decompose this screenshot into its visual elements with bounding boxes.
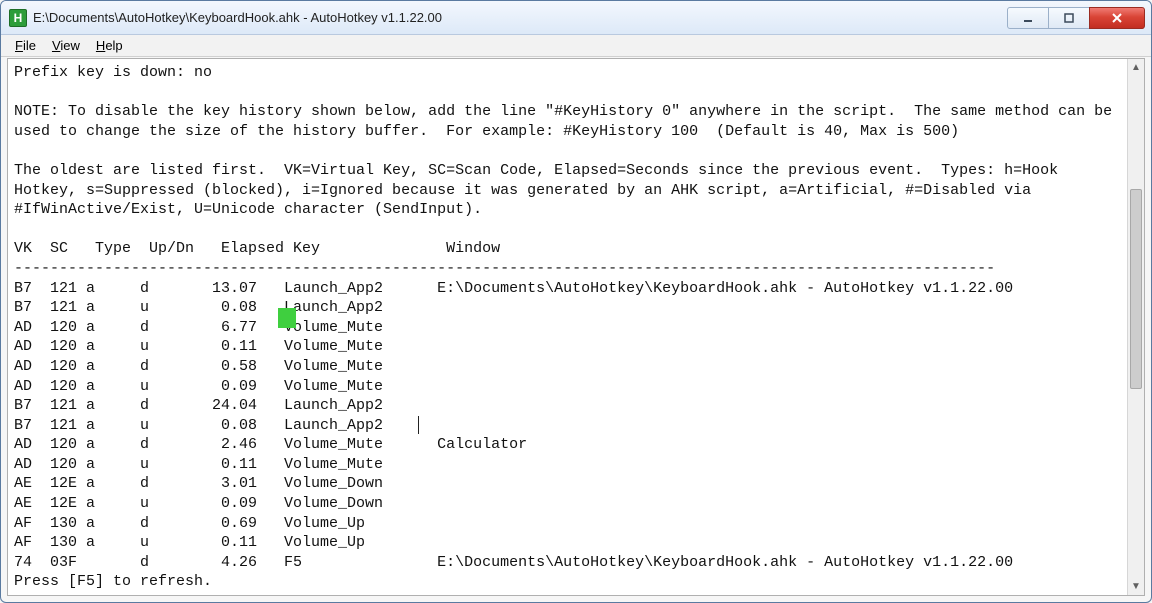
vertical-scrollbar[interactable]: ▲ ▼ <box>1127 59 1144 595</box>
menu-file[interactable]: File <box>7 36 44 55</box>
minimize-icon <box>1022 12 1034 24</box>
highlight-marker <box>278 308 296 328</box>
menu-help[interactable]: Help <box>88 36 131 55</box>
key-history-text[interactable]: Prefix key is down: no NOTE: To disable … <box>8 59 1127 595</box>
close-button[interactable] <box>1089 7 1145 29</box>
app-icon-letter: H <box>14 11 23 25</box>
close-icon <box>1111 12 1123 24</box>
minimize-button[interactable] <box>1007 7 1049 29</box>
scroll-down-arrow-icon[interactable]: ▼ <box>1128 578 1144 595</box>
content-frame: Prefix key is down: no NOTE: To disable … <box>7 58 1145 596</box>
maximize-icon <box>1063 12 1075 24</box>
maximize-button[interactable] <box>1048 7 1090 29</box>
app-icon: H <box>9 9 27 27</box>
titlebar[interactable]: H E:\Documents\AutoHotkey\KeyboardHook.a… <box>1 1 1151 35</box>
app-window: H E:\Documents\AutoHotkey\KeyboardHook.a… <box>0 0 1152 603</box>
window-buttons <box>1008 7 1145 29</box>
scroll-thumb[interactable] <box>1130 189 1142 389</box>
menu-view[interactable]: View <box>44 36 88 55</box>
menubar: File View Help <box>1 35 1151 57</box>
scroll-up-arrow-icon[interactable]: ▲ <box>1128 59 1144 76</box>
text-caret <box>418 416 419 434</box>
window-title: E:\Documents\AutoHotkey\KeyboardHook.ahk… <box>33 10 1008 25</box>
